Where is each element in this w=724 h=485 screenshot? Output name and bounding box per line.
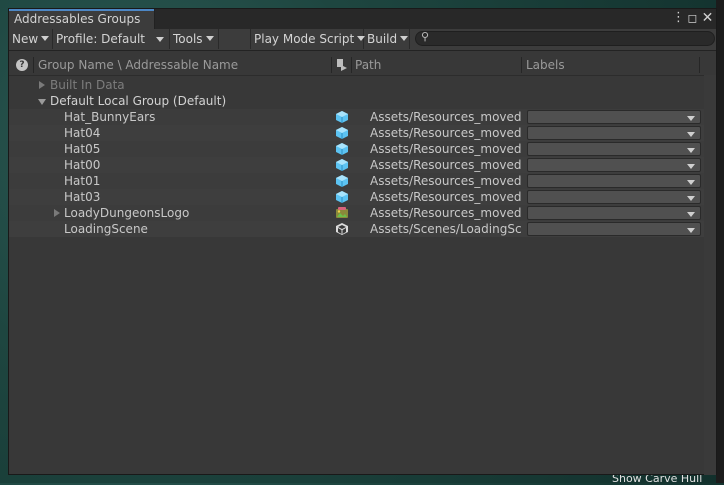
group-row-default-local-group[interactable]: Default Local Group (Default) [9,93,716,109]
build-dropdown[interactable]: Build [364,29,410,49]
profile-label: Profile: Default [56,32,146,46]
chevron-down-icon [687,196,695,201]
expand-arrow-icon[interactable] [39,81,45,89]
addressables-groups-window: Addressables Groups ⋮ ◻ ✕ New Profile: D… [8,8,717,475]
entry-path: Assets/Resources_moved/Hat01.prefab [370,174,521,188]
column-divider[interactable] [331,57,332,73]
background-panel [716,0,724,483]
prefab-icon [336,175,348,187]
kebab-menu-icon[interactable]: ⋮ [672,10,685,26]
chevron-down-icon [41,36,50,41]
search-icon: ⚲ [421,30,430,43]
build-label: Build [367,32,398,46]
chevron-down-icon [687,180,695,185]
asset-type-icon[interactable] [337,55,347,75]
labels-dropdown[interactable] [527,126,701,140]
entry-row[interactable]: LoadyDungeonsLogo Assets/Resources_moved… [9,205,716,221]
toolbar: New Profile: Default Tools Play Mode Scr… [9,29,716,51]
entry-name: Hat00 [64,158,101,172]
profile-dropdown[interactable]: Profile: Default [53,29,170,49]
column-header-name[interactable]: Group Name \ Addressable Name [38,55,238,75]
labels-dropdown[interactable] [527,190,701,204]
group-row-built-in-data[interactable]: Built In Data [9,77,716,93]
tools-dropdown[interactable]: Tools [170,29,219,49]
labels-dropdown[interactable] [527,222,701,236]
scene-icon [336,223,348,235]
collapse-arrow-icon[interactable] [38,99,46,105]
help-icon[interactable]: ? [16,59,28,71]
entry-row[interactable]: Hat03 Assets/Resources_moved/Hat03.prefa… [9,189,716,205]
texture-icon [336,207,348,218]
entry-row[interactable]: Hat05 Assets/Resources_moved/Hat05.prefa… [9,141,716,157]
entry-name: Hat_BunnyEars [64,110,156,124]
chevron-down-icon [400,36,409,41]
play-mode-script-dropdown[interactable]: Play Mode Script [251,29,366,49]
chevron-down-icon [205,36,214,41]
entry-path: Assets/Resources_moved/LoadyDungeonsLogo… [370,206,521,220]
chevron-down-icon [156,37,164,42]
labels-dropdown[interactable] [527,110,701,124]
chevron-down-icon [687,228,695,233]
labels-dropdown[interactable] [527,158,701,172]
prefab-icon [336,191,348,203]
entry-name: Hat05 [64,142,101,156]
group-name: Default Local Group (Default) [50,94,227,108]
chevron-down-icon [687,132,695,137]
column-divider[interactable] [699,57,700,73]
tools-label: Tools [173,32,203,46]
column-header-labels[interactable]: Labels [526,55,565,75]
tab-addressables-groups[interactable]: Addressables Groups [9,9,156,29]
entry-name: LoadingScene [64,222,148,236]
chevron-down-icon [687,212,695,217]
entry-name: Hat03 [64,190,101,204]
entry-row[interactable]: Hat04 Assets/Resources_moved/Hat04.prefa… [9,125,716,141]
chevron-down-icon [687,148,695,153]
labels-dropdown[interactable] [527,174,701,188]
column-divider[interactable] [351,57,352,73]
labels-dropdown[interactable] [527,206,701,220]
prefab-icon [336,143,348,155]
entry-path: Assets/Resources_moved/Hat00.prefab [370,158,521,172]
entry-row[interactable]: LoadingScene Assets/Scenes/LoadingScene.… [9,221,716,237]
prefab-icon [336,111,348,123]
labels-dropdown[interactable] [527,142,701,156]
entry-row[interactable]: Hat01 Assets/Resources_moved/Hat01.prefa… [9,173,716,189]
new-dropdown[interactable]: New [9,29,53,49]
entry-name: Hat01 [64,174,101,188]
new-label: New [12,32,39,46]
group-name: Built In Data [50,78,125,92]
entry-path: Assets/Resources_moved/Hat05.prefab [370,142,521,156]
vertical-scrollbar[interactable] [704,75,716,475]
entry-path: Assets/Resources_moved/Hat03.prefab [370,190,521,204]
play-mode-label: Play Mode Script [254,32,355,46]
maximize-icon[interactable]: ◻ [686,10,699,26]
entry-path: Assets/Resources_moved/Hat_BunnyEars.pre… [370,110,521,124]
column-divider[interactable] [521,57,522,73]
entry-name: LoadyDungeonsLogo [64,206,190,220]
entry-path: Assets/Resources_moved/Hat04.prefab [370,126,521,140]
chevron-down-icon [687,116,695,121]
toolbar-spacer [219,29,251,49]
column-divider[interactable] [33,57,34,73]
entry-row[interactable]: Hat_BunnyEars Assets/Resources_moved/Hat… [9,109,716,125]
expand-arrow-icon[interactable] [54,209,60,217]
entry-path: Assets/Scenes/LoadingScene.unity [370,222,521,236]
prefab-icon [336,127,348,139]
column-header: ? Group Name \ Addressable Name Path Lab… [9,55,716,76]
search-input[interactable]: ⚲ [415,30,715,46]
entry-row[interactable]: Hat00 Assets/Resources_moved/Hat00.prefa… [9,157,716,173]
window-titlebar: Addressables Groups ⋮ ◻ ✕ [9,9,716,29]
prefab-icon [336,159,348,171]
column-header-path[interactable]: Path [355,55,381,75]
entry-name: Hat04 [64,126,101,140]
chevron-down-icon [687,164,695,169]
close-icon[interactable]: ✕ [701,10,714,26]
